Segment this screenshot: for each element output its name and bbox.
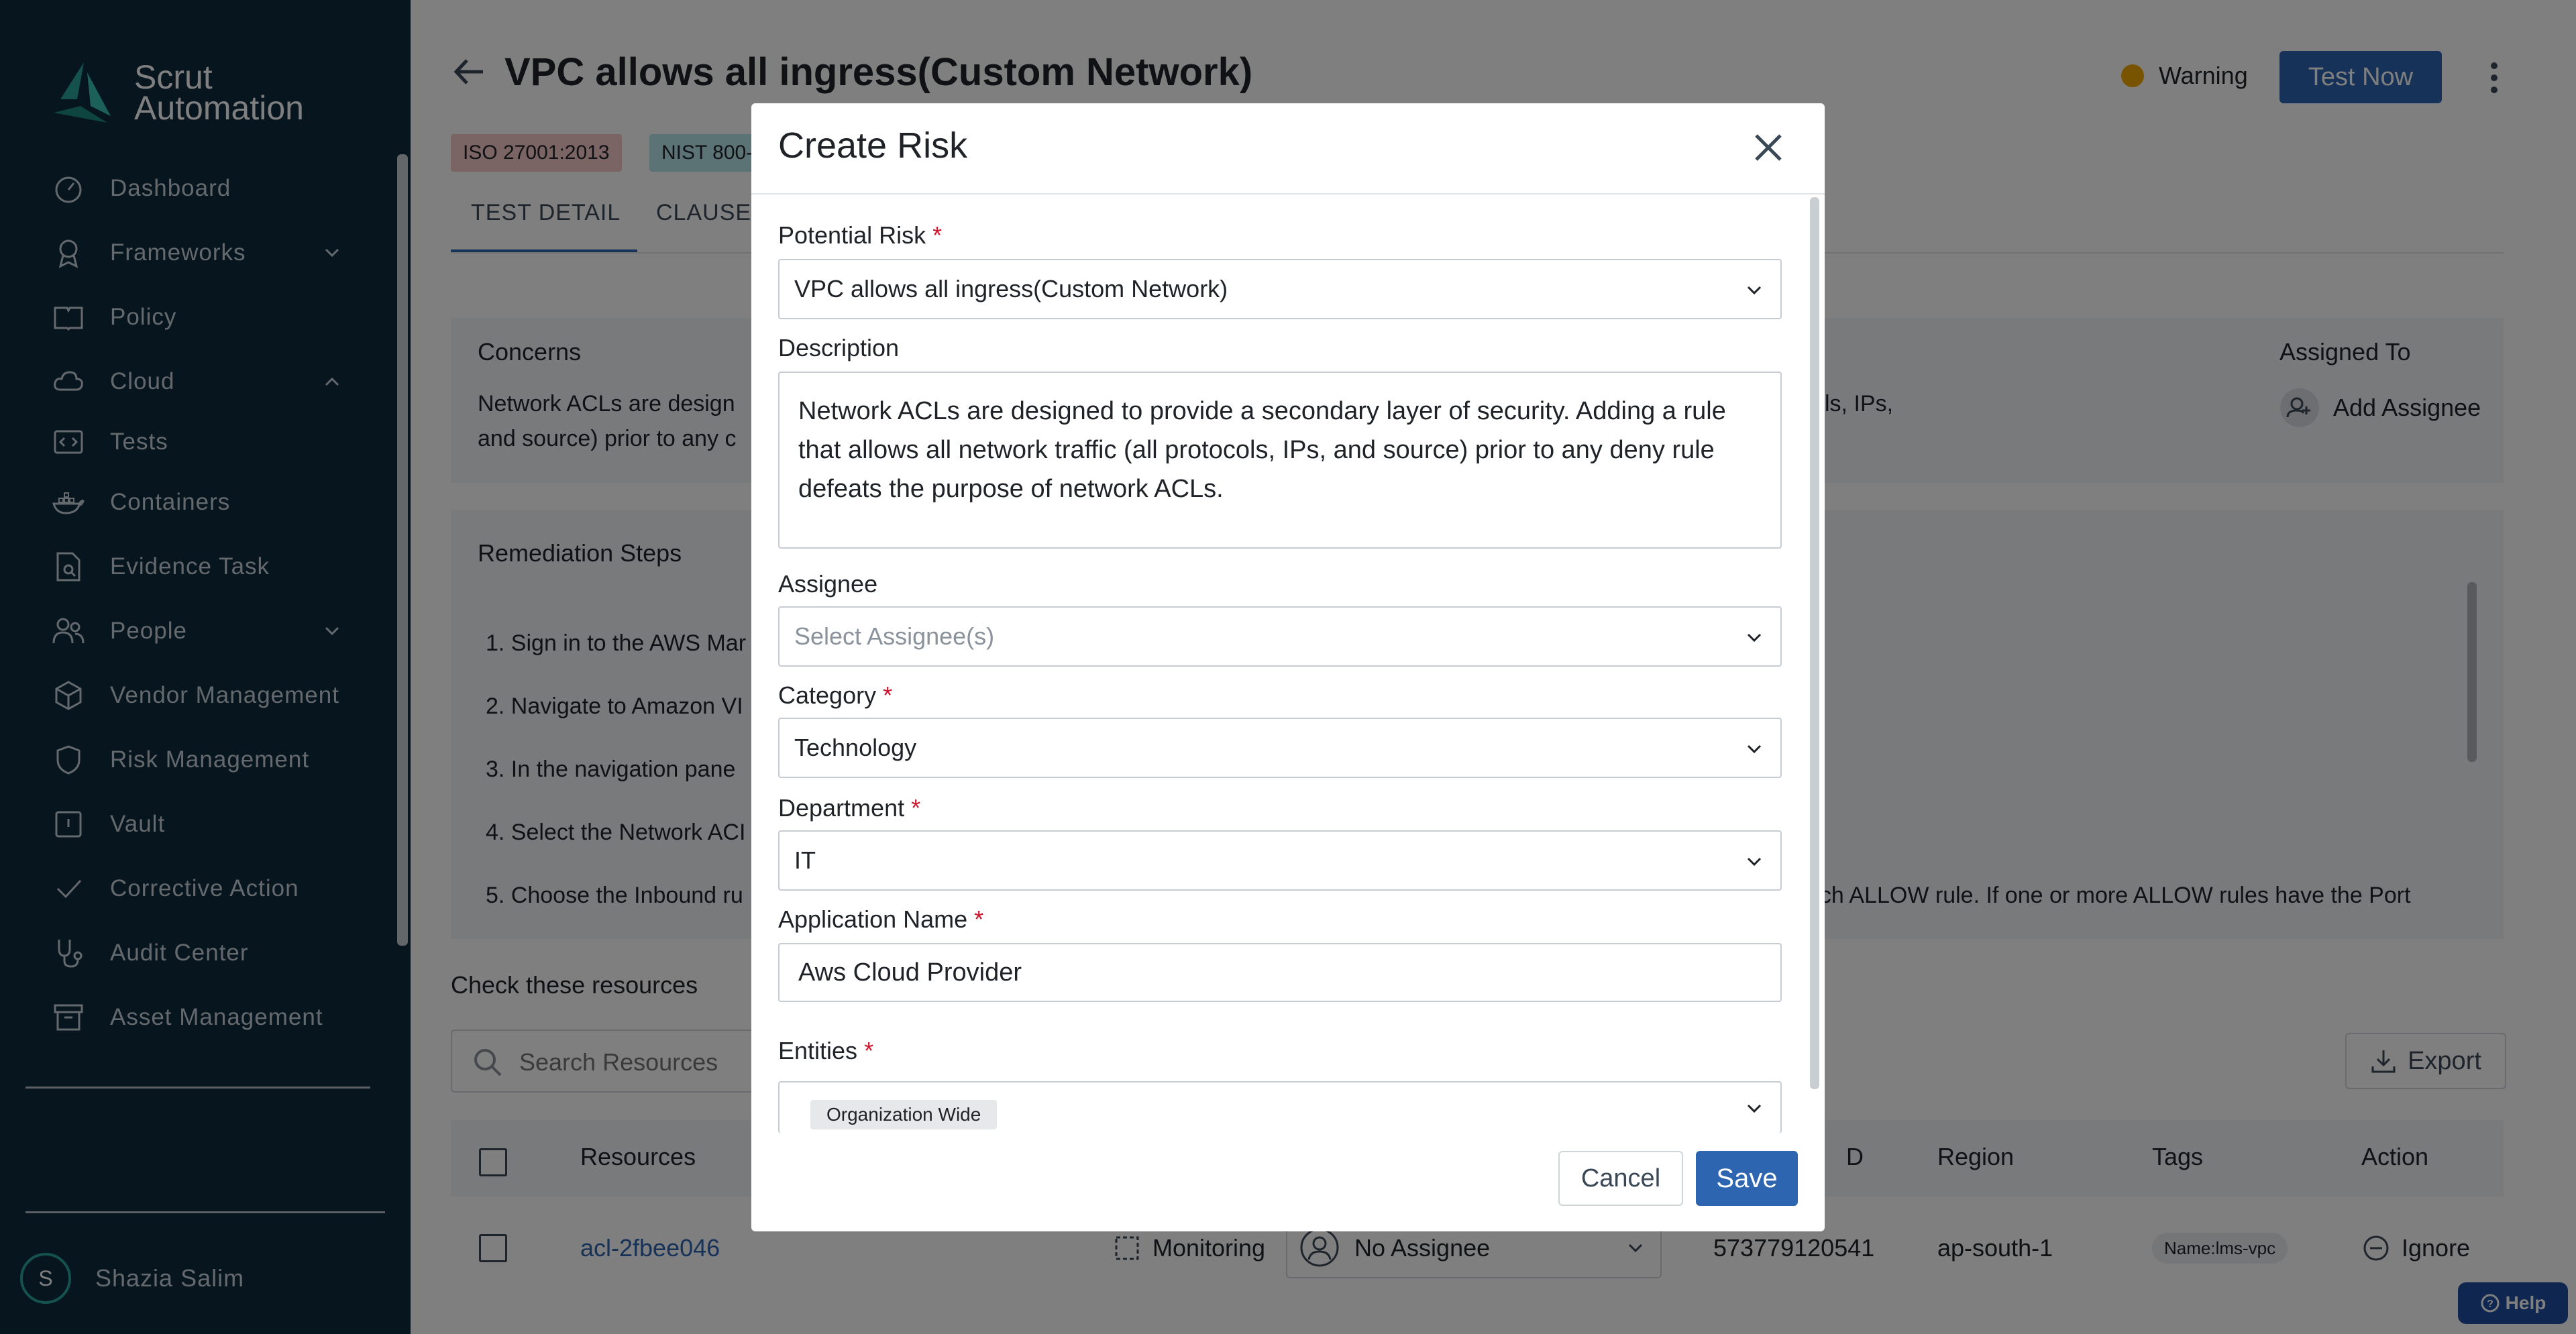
department-select[interactable]: IT — [778, 830, 1782, 891]
description-label: Description — [778, 334, 900, 362]
entity-tag[interactable]: Organization Wide — [810, 1100, 998, 1129]
chevron-down-icon — [1747, 633, 1762, 643]
dialog-title: Create Risk — [778, 125, 968, 166]
department-value: IT — [794, 846, 816, 874]
category-label: Category * — [778, 681, 893, 709]
assignee-label: Assignee — [778, 570, 878, 598]
assignee-placeholder: Select Assignee(s) — [794, 622, 995, 650]
description-textarea[interactable]: Network ACLs are designed to provide a s… — [778, 372, 1782, 549]
dialog-scrollbar[interactable] — [1810, 197, 1819, 1089]
department-label: Department * — [778, 794, 921, 822]
chevron-down-icon — [1747, 857, 1762, 867]
cancel-button[interactable]: Cancel — [1558, 1151, 1683, 1206]
save-button[interactable]: Save — [1696, 1151, 1798, 1206]
chevron-down-icon — [1747, 286, 1762, 295]
create-risk-dialog: Create Risk Potential Risk * VPC allows … — [751, 103, 1825, 1231]
application-name-input[interactable] — [778, 943, 1782, 1002]
chevron-down-icon — [1747, 744, 1762, 754]
category-value: Technology — [794, 734, 917, 761]
category-select[interactable]: Technology — [778, 718, 1782, 778]
potential-risk-select[interactable]: VPC allows all ingress(Custom Network) — [778, 259, 1782, 319]
dialog-header-divider — [751, 193, 1825, 194]
application-name-label: Application Name * — [778, 905, 984, 933]
potential-risk-label: Potential Risk * — [778, 221, 943, 249]
entities-label: Entities * — [778, 1037, 874, 1064]
close-icon[interactable] — [1751, 130, 1786, 165]
potential-risk-value: VPC allows all ingress(Custom Network) — [794, 275, 1228, 302]
chevron-down-icon — [1747, 1104, 1762, 1113]
assignee-select[interactable]: Select Assignee(s) — [778, 606, 1782, 667]
entities-select[interactable]: Organization Wide — [778, 1081, 1782, 1133]
